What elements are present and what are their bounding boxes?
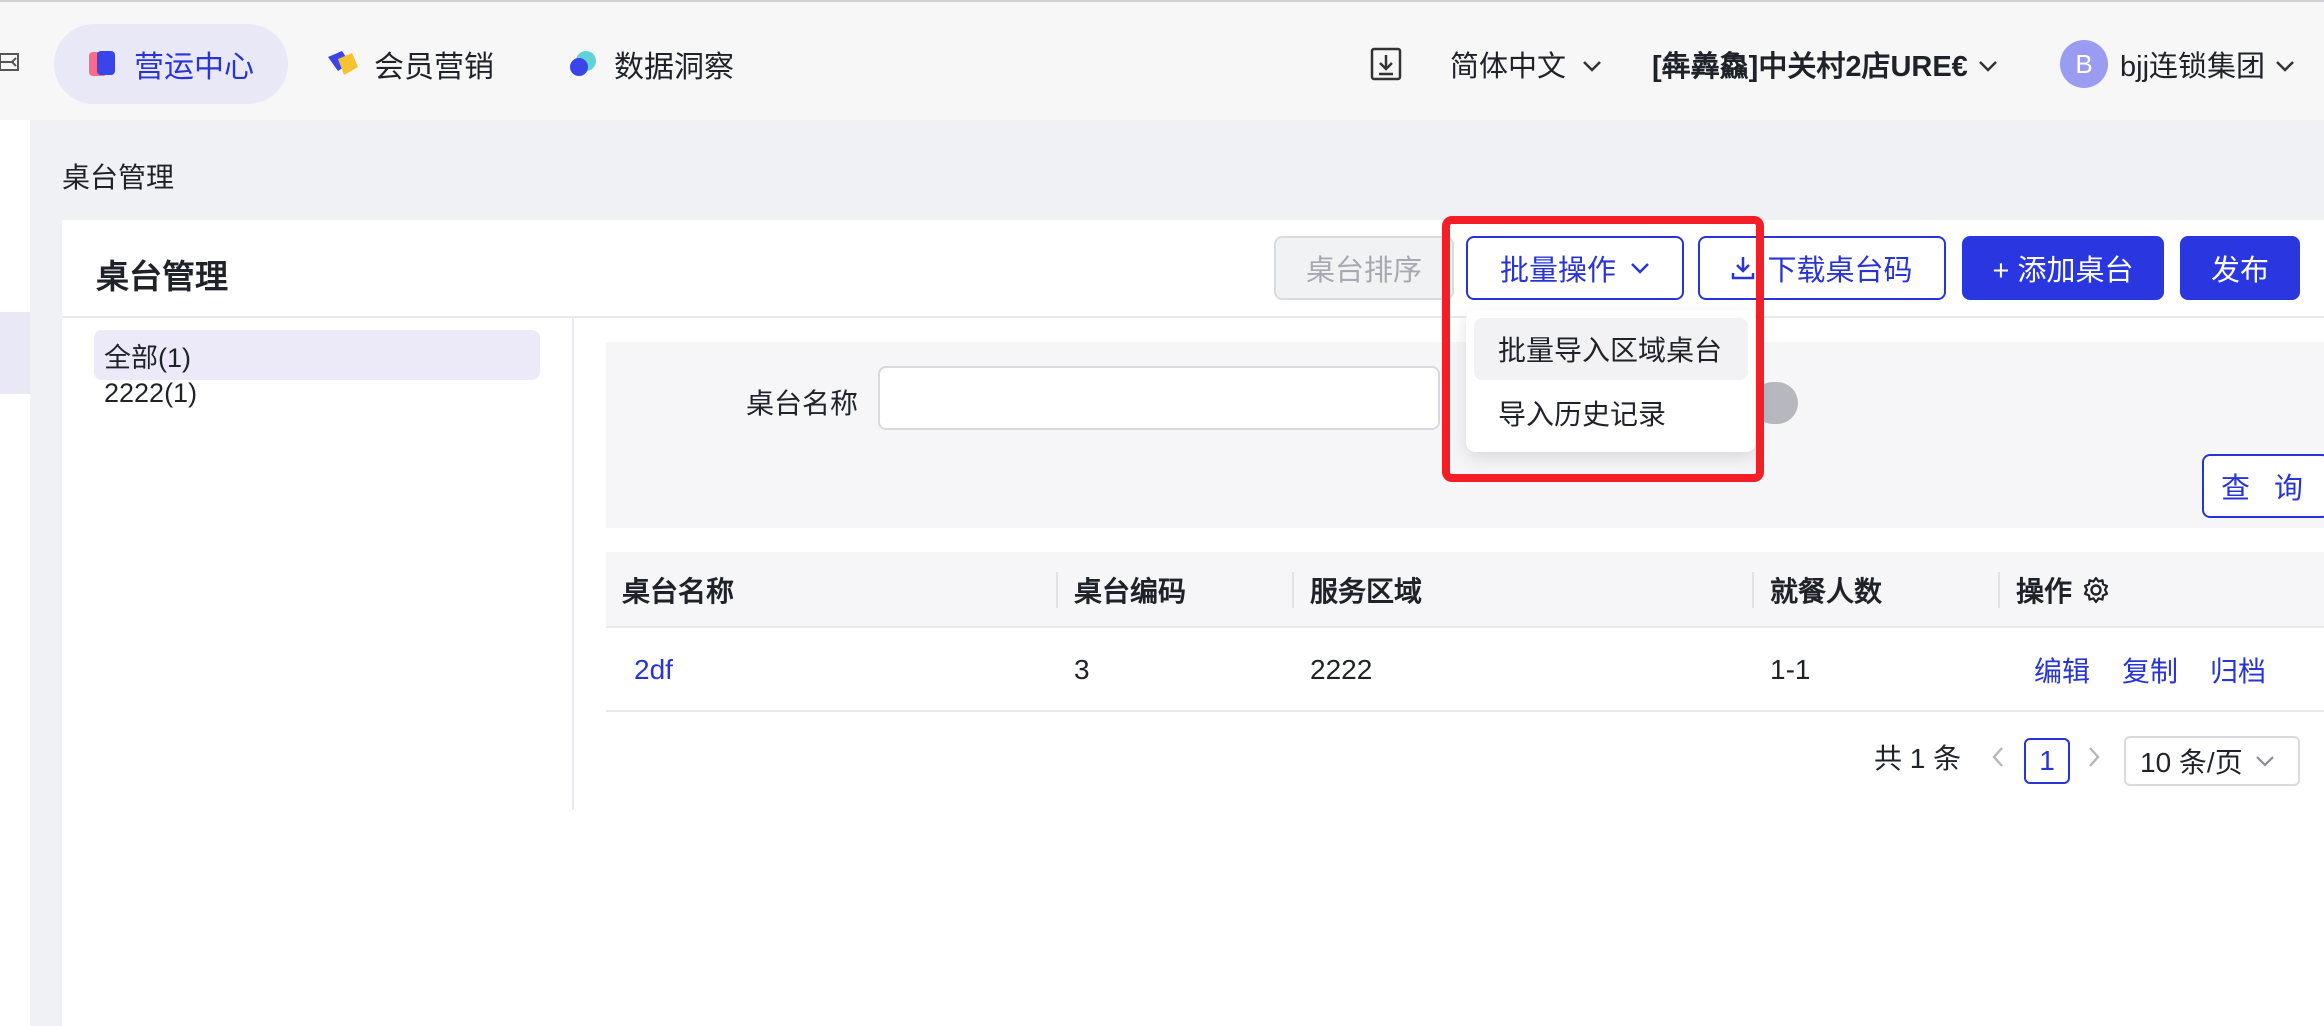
pagination-total: 共 1 条 <box>1874 743 1962 774</box>
avatar: B <box>2060 40 2108 88</box>
download-center-icon[interactable] <box>1370 32 1402 96</box>
table-header: 桌台名称 桌台编码 服务区域 就餐人数 操作 <box>606 552 2324 628</box>
copy-link[interactable]: 复制 <box>2122 628 2178 712</box>
service-area-cell: 2222 <box>1310 654 1373 685</box>
table-sort-button[interactable]: 桌台排序 <box>1274 236 1454 300</box>
tab-label: 营运中心 <box>134 51 254 84</box>
publish-button[interactable]: 发布 <box>2180 236 2300 300</box>
column-separator <box>1056 572 1058 608</box>
menu-item-bulk-import-area-tables[interactable]: 批量导入区域桌台 <box>1474 318 1748 380</box>
download-icon <box>1731 255 1755 281</box>
menu-item-import-history[interactable]: 导入历史记录 <box>1474 382 1748 444</box>
tab-member-marketing[interactable]: 会员营销 <box>326 24 494 104</box>
data-insight-icon <box>566 47 600 81</box>
table-management-card: 桌台管理 桌台排序 批量操作 下载桌台码 + 添加桌台 发布 全部(1) 222… <box>62 220 2324 1026</box>
table-name-input[interactable] <box>878 366 1440 430</box>
gear-icon[interactable] <box>2082 576 2110 604</box>
prev-page-icon[interactable] <box>1990 732 2006 782</box>
operations-icon <box>86 47 120 81</box>
query-button[interactable]: 查 询 <box>2202 454 2324 518</box>
chevron-down-icon <box>1630 261 1650 275</box>
actions-header-label: 操作 <box>2016 576 2073 607</box>
add-table-button[interactable]: + 添加桌台 <box>1962 236 2164 300</box>
table-name-filter-label: 桌台名称 <box>746 388 859 419</box>
tab-label: 会员营销 <box>374 51 494 84</box>
tab-data-insight[interactable]: 数据洞察 <box>566 24 734 104</box>
column-header-seats: 就餐人数 <box>1770 576 1883 607</box>
chevron-down-icon <box>1978 48 1998 81</box>
side-rail-active-marker <box>0 312 30 394</box>
archive-link[interactable]: 归档 <box>2210 628 2266 712</box>
filter-toggle[interactable] <box>1752 382 1798 424</box>
next-page-icon[interactable] <box>2086 732 2102 782</box>
member-marketing-icon <box>326 47 360 81</box>
collapse-sidebar-icon[interactable] <box>0 48 24 76</box>
page-title: 桌台管理 <box>96 258 228 295</box>
side-rail <box>0 120 30 1026</box>
breadcrumb: 桌台管理 <box>62 162 175 193</box>
column-header-actions: 操作 <box>2016 552 2110 628</box>
language-label: 简体中文 <box>1450 51 1567 83</box>
user-name: bjj连锁集团 <box>2120 51 2266 83</box>
area-tree: 全部(1) 2222(1) <box>62 318 574 810</box>
edit-link[interactable]: 编辑 <box>2034 628 2090 712</box>
chevron-down-icon <box>2275 48 2295 81</box>
column-separator <box>1752 572 1754 608</box>
column-header-table-code: 桌台编码 <box>1074 576 1187 607</box>
table-code-cell: 3 <box>1074 654 1090 685</box>
table-name-link[interactable]: 2df <box>634 628 673 712</box>
column-header-service-area: 服务区域 <box>1310 576 1423 607</box>
user-menu[interactable]: B bjj连锁集团 <box>2060 32 2295 96</box>
chevron-down-icon <box>2255 754 2275 768</box>
filter-panel: 桌台名称 查 询 <box>606 342 2324 528</box>
table-row: 2df 3 2222 1-1 编辑 复制 归档 <box>606 628 2324 712</box>
download-table-code-label: 下载桌台码 <box>1767 255 1913 287</box>
page-size-label: 10 条/页 <box>2140 747 2243 778</box>
store-name: [犇羴鱻]中关村2店URE€ <box>1652 51 1968 83</box>
tab-label: 数据洞察 <box>614 51 734 84</box>
store-selector[interactable]: [犇羴鱻]中关村2店URE€ <box>1652 32 1998 96</box>
download-table-code-button[interactable]: 下载桌台码 <box>1698 236 1946 300</box>
page-number-current[interactable]: 1 <box>2024 738 2070 784</box>
column-header-table-name: 桌台名称 <box>622 576 735 607</box>
column-separator <box>1292 572 1294 608</box>
bulk-operation-dropdown: 批量导入区域桌台 导入历史记录 <box>1466 310 1756 452</box>
bulk-operation-label: 批量操作 <box>1499 255 1616 287</box>
tree-item-2222[interactable]: 2222(1) <box>94 368 540 418</box>
tab-operations-center[interactable]: 营运中心 <box>54 24 288 104</box>
language-selector[interactable]: 简体中文 <box>1450 32 1602 96</box>
column-separator <box>1998 572 2000 608</box>
chevron-down-icon <box>1582 48 1602 81</box>
page-size-select[interactable]: 10 条/页 <box>2124 736 2300 786</box>
top-bar: 营运中心 会员营销 数据洞察 简体中文 [犇羴鱻]中关村2店URE€ B bjj… <box>0 0 2324 120</box>
bulk-operation-button[interactable]: 批量操作 <box>1466 236 1684 300</box>
seats-cell: 1-1 <box>1770 654 1811 685</box>
